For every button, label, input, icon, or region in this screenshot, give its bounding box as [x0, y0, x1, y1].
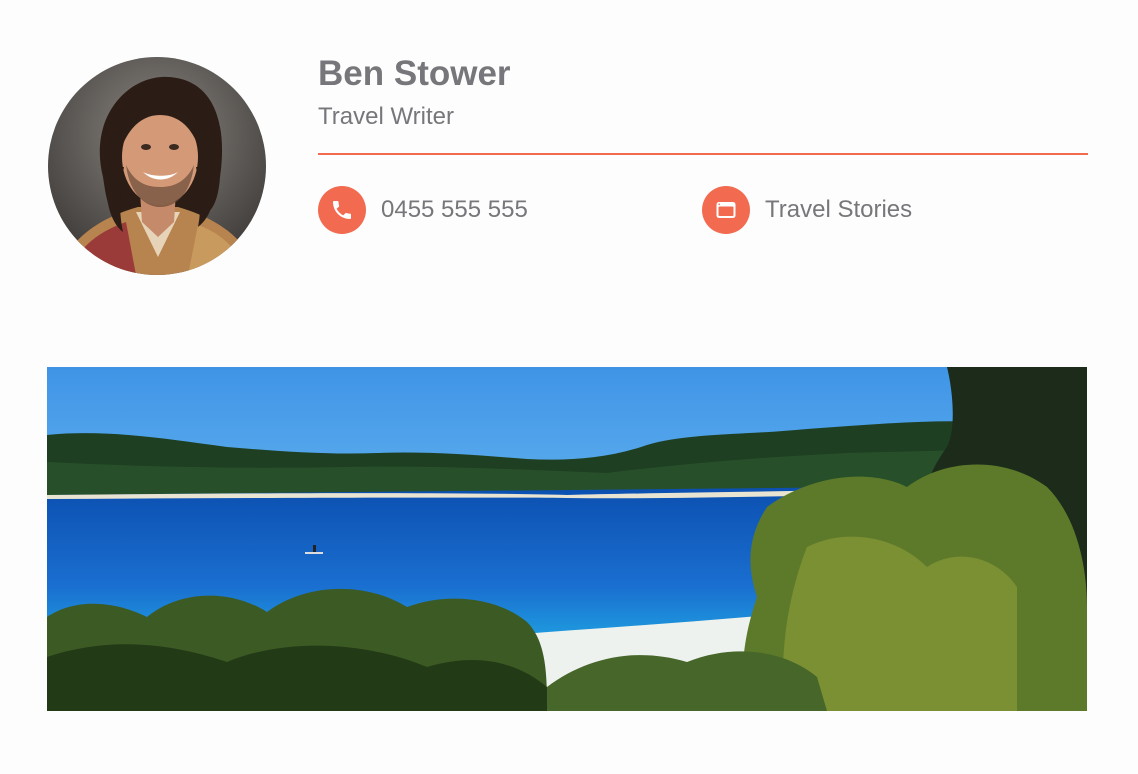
divider [318, 153, 1088, 155]
phone-contact[interactable]: 0455 555 555 [318, 186, 528, 234]
website-link-text: Travel Stories [765, 196, 913, 223]
profile-name: Ben Stower [318, 54, 511, 93]
banner-image [47, 367, 1087, 711]
website-contact[interactable]: Travel Stories [702, 186, 912, 234]
browser-window-icon [702, 186, 750, 234]
phone-number: 0455 555 555 [381, 196, 528, 223]
profile-title: Travel Writer [318, 103, 455, 130]
phone-icon [318, 186, 366, 234]
profile-photo [48, 57, 266, 275]
